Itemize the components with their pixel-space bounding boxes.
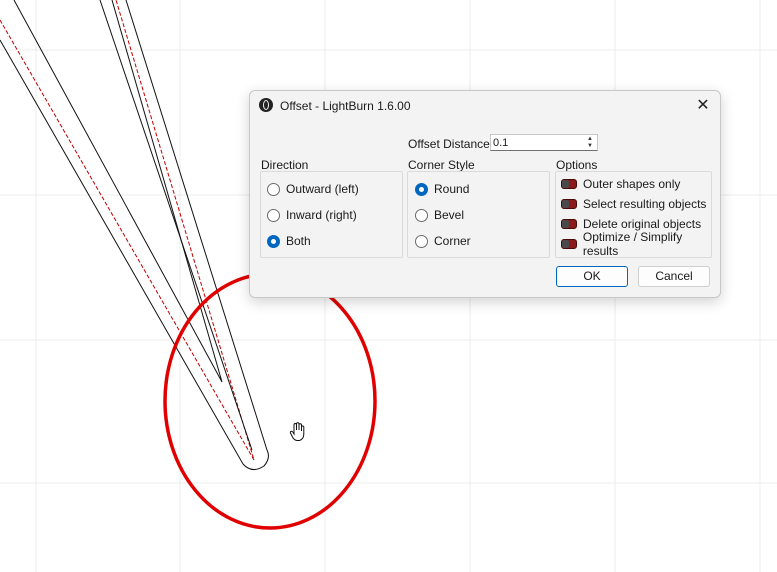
offset-contour-round: [0, 0, 269, 470]
direction-option-inward[interactable]: Inward (right): [267, 207, 357, 223]
corner-option-corner[interactable]: Corner: [415, 233, 471, 249]
checkbox-label: Delete original objects: [583, 217, 702, 231]
dialog-titlebar[interactable]: Offset - LightBurn 1.6.00 ✕: [250, 91, 720, 121]
radio-button[interactable]: [415, 234, 428, 248]
spin-up-icon[interactable]: ▲: [584, 136, 596, 143]
checkbox-toggle[interactable]: [561, 199, 577, 209]
checkbox-toggle[interactable]: [561, 239, 577, 249]
close-icon[interactable]: ✕: [690, 94, 716, 118]
checkbox-toggle[interactable]: [561, 219, 577, 229]
cancel-button[interactable]: Cancel: [638, 266, 710, 287]
checkbox-label: Optimize / Simplify results: [582, 230, 683, 258]
annotation-ellipse-large: [163, 272, 377, 530]
option-outer-shapes-only[interactable]: Outer shapes only: [561, 176, 680, 192]
radio-label: Both: [286, 234, 311, 248]
radio-button-selected[interactable]: [267, 234, 280, 248]
offset-dialog: Offset - LightBurn 1.6.00 ✕ Offset Dista…: [249, 90, 721, 298]
corner-option-round[interactable]: Round: [415, 181, 469, 197]
ok-button[interactable]: OK: [556, 266, 628, 287]
offset-distance-label: Offset Distance: [408, 137, 490, 151]
options-group-title: Options: [556, 158, 598, 172]
radio-label: Outward (left): [286, 182, 359, 196]
offset-distance-spinbox[interactable]: ▲ ▼: [490, 134, 598, 151]
radio-button[interactable]: [415, 208, 428, 222]
radio-label: Bevel: [434, 208, 465, 222]
original-path: [0, 0, 255, 461]
corner-style-group-title: Corner Style: [408, 158, 475, 172]
radio-button-selected[interactable]: [415, 182, 428, 196]
lightburn-logo-icon: [259, 98, 273, 112]
radio-label: Corner: [434, 234, 471, 248]
direction-option-both[interactable]: Both: [267, 233, 311, 249]
direction-group-title: Direction: [261, 158, 309, 172]
checkbox-label: Select resulting objects: [583, 197, 707, 211]
offset-contour-inner: [99, 0, 253, 451]
offset-distance-spinner[interactable]: ▲ ▼: [584, 136, 596, 150]
offset-distance-input[interactable]: [491, 135, 583, 150]
radio-button[interactable]: [267, 208, 280, 222]
corner-option-bevel[interactable]: Bevel: [415, 207, 464, 223]
offset-contour-outer: [13, 0, 223, 383]
checkbox-toggle[interactable]: [561, 179, 577, 189]
radio-label: Round: [434, 182, 470, 196]
radio-label: Inward (right): [286, 208, 357, 222]
spin-down-icon[interactable]: ▼: [584, 143, 596, 150]
hand-cursor-icon: [289, 422, 305, 441]
direction-option-outward[interactable]: Outward (left): [267, 181, 359, 197]
radio-button[interactable]: [267, 182, 280, 196]
option-optimize-simplify[interactable]: Optimize / Simplify results: [561, 230, 720, 258]
option-select-resulting-objects[interactable]: Select resulting objects: [561, 196, 706, 212]
checkbox-label: Outer shapes only: [583, 177, 681, 191]
dialog-title: Offset - LightBurn 1.6.00: [280, 99, 411, 113]
